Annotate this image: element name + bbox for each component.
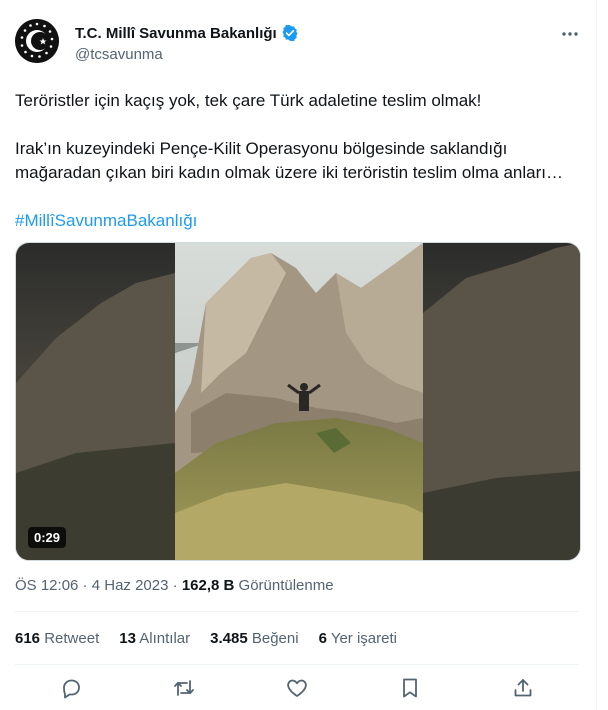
video-player[interactable]: 0:29 (15, 242, 581, 561)
turkish-crest-icon (15, 19, 59, 63)
avatar[interactable] (15, 19, 59, 63)
tweet-meta: ÖS 12:06 · 4 Haz 2023 · 162,8 B Görüntül… (15, 577, 334, 594)
retweets-label: Retweet (44, 630, 100, 647)
bookmark-icon (403, 678, 417, 698)
tweet-line-2: Irak’ın kuzeyindeki Pençe-Kilit Operasyo… (15, 139, 564, 182)
meta-separator: · (78, 577, 92, 594)
share-icon (514, 679, 532, 697)
retweets-stat[interactable]: 616 Retweet (15, 630, 99, 647)
views-label: Görüntülenme (234, 577, 334, 594)
verified-badge-icon (281, 24, 299, 42)
quotes-label: Alıntılar (139, 630, 191, 647)
likes-stat[interactable]: 3.485 Beğeni (210, 630, 298, 647)
share-button[interactable] (511, 676, 535, 700)
tweet-time[interactable]: ÖS 12:06 (15, 577, 78, 594)
hashtag-link[interactable]: #MillîSavunmaBakanlığı (15, 211, 197, 230)
retweet-button[interactable] (172, 676, 196, 700)
bookmark-button[interactable] (398, 676, 422, 700)
display-name[interactable]: T.C. Millî Savunma Bakanlığı (75, 25, 277, 42)
more-icon (562, 32, 578, 36)
tweet-date[interactable]: 4 Haz 2023 (92, 577, 169, 594)
reply-button[interactable] (59, 676, 83, 700)
reply-icon (63, 679, 80, 699)
like-button[interactable] (285, 676, 309, 700)
retweets-count: 616 (15, 630, 41, 647)
meta-separator: · (168, 577, 182, 594)
quotes-stat[interactable]: 13 Alıntılar (119, 630, 190, 647)
views-count: 162,8 B (181, 577, 235, 594)
engagement-stats: 616 Retweet 13 Alıntılar 3.485 Beğeni 6 … (15, 630, 417, 647)
quotes-count: 13 (119, 630, 136, 647)
author-name-row: T.C. Millî Savunma Bakanlığı (75, 24, 299, 42)
bookmarks-label: Yer işareti (330, 630, 397, 647)
likes-label: Beğeni (251, 630, 299, 647)
more-options-button[interactable] (560, 26, 580, 42)
like-icon (287, 679, 307, 697)
bookmarks-count: 6 (318, 630, 327, 647)
tweet-text: Teröristler için kaçış yok, tek çare Tür… (15, 89, 585, 233)
tweet-card: T.C. Millî Savunma Bakanlığı @tcsavunma … (0, 0, 597, 710)
tweet-line-1: Teröristler için kaçış yok, tek çare Tür… (15, 91, 482, 110)
bookmarks-stat[interactable]: 6 Yer işareti (319, 630, 397, 647)
video-duration-badge: 0:29 (28, 527, 67, 548)
video-thumbnail (16, 243, 580, 560)
likes-count: 3.485 (210, 630, 248, 647)
divider (15, 611, 579, 612)
account-handle[interactable]: @tcsavunma (75, 46, 163, 63)
retweet-icon (174, 680, 194, 696)
action-bar (0, 676, 596, 702)
divider (15, 664, 579, 665)
